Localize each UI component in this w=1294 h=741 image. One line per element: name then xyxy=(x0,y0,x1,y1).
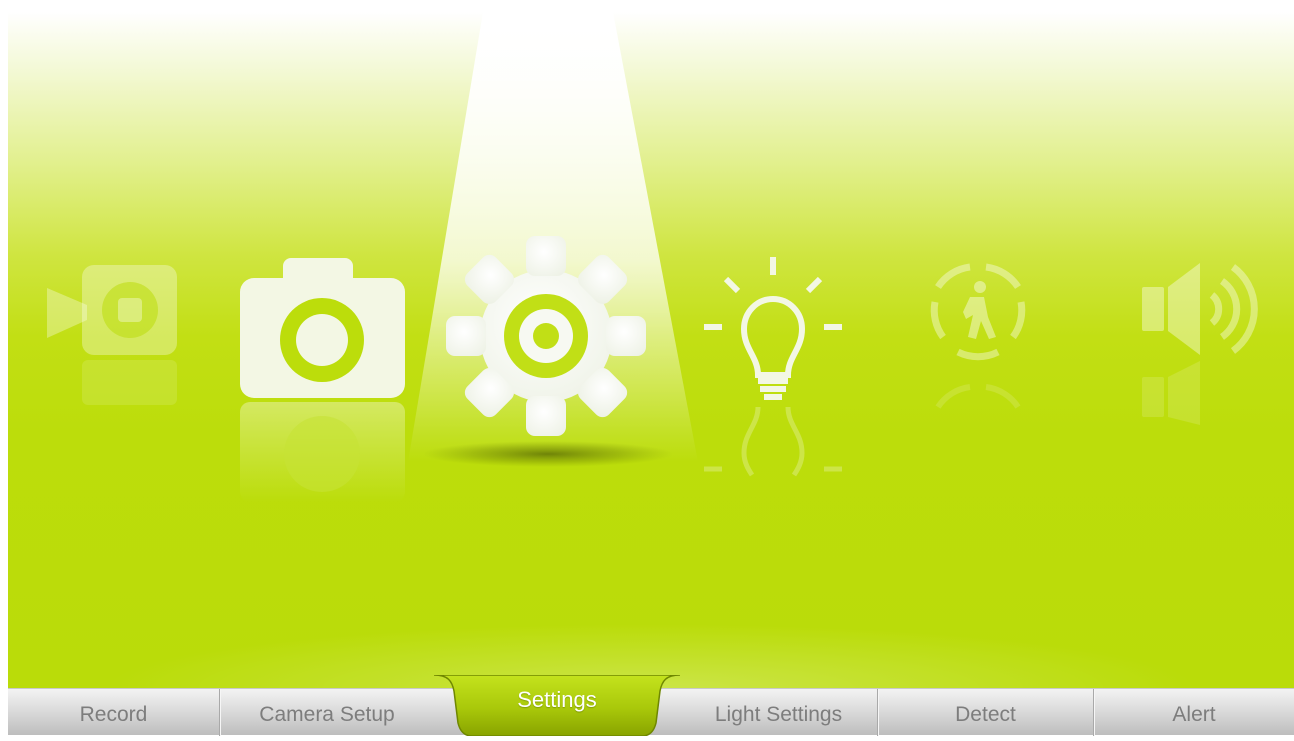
camera-icon[interactable] xyxy=(238,258,408,508)
bottom-tab-bar: Record Camera Setup Light Settings Detec… xyxy=(8,675,1294,736)
tab-detect[interactable]: Detect xyxy=(878,689,1094,736)
tab-light-settings[interactable]: Light Settings xyxy=(680,689,878,736)
tab-label: Light Settings xyxy=(714,703,843,726)
menu-stage xyxy=(8,12,1294,688)
tab-settings[interactable]: Settings xyxy=(434,675,680,736)
tab-label: Alert xyxy=(1172,703,1216,726)
tab-label: Camera Setup xyxy=(259,703,395,726)
motion-detect-icon[interactable] xyxy=(918,257,1038,417)
speaker-icon[interactable] xyxy=(1138,257,1268,427)
video-record-icon[interactable] xyxy=(42,260,192,410)
tab-alert[interactable]: Alert xyxy=(1094,689,1294,736)
tab-label: Detect xyxy=(955,703,1016,726)
gear-icon[interactable] xyxy=(446,236,646,436)
tab-record[interactable]: Record xyxy=(8,689,220,736)
tab-label: Settings xyxy=(517,687,597,712)
top-edge xyxy=(0,0,1294,12)
light-bulb-icon[interactable] xyxy=(698,257,848,477)
spotlight-beam xyxy=(408,12,698,467)
tab-camera-setup[interactable]: Camera Setup xyxy=(220,689,434,736)
tab-label: Record xyxy=(79,703,148,726)
